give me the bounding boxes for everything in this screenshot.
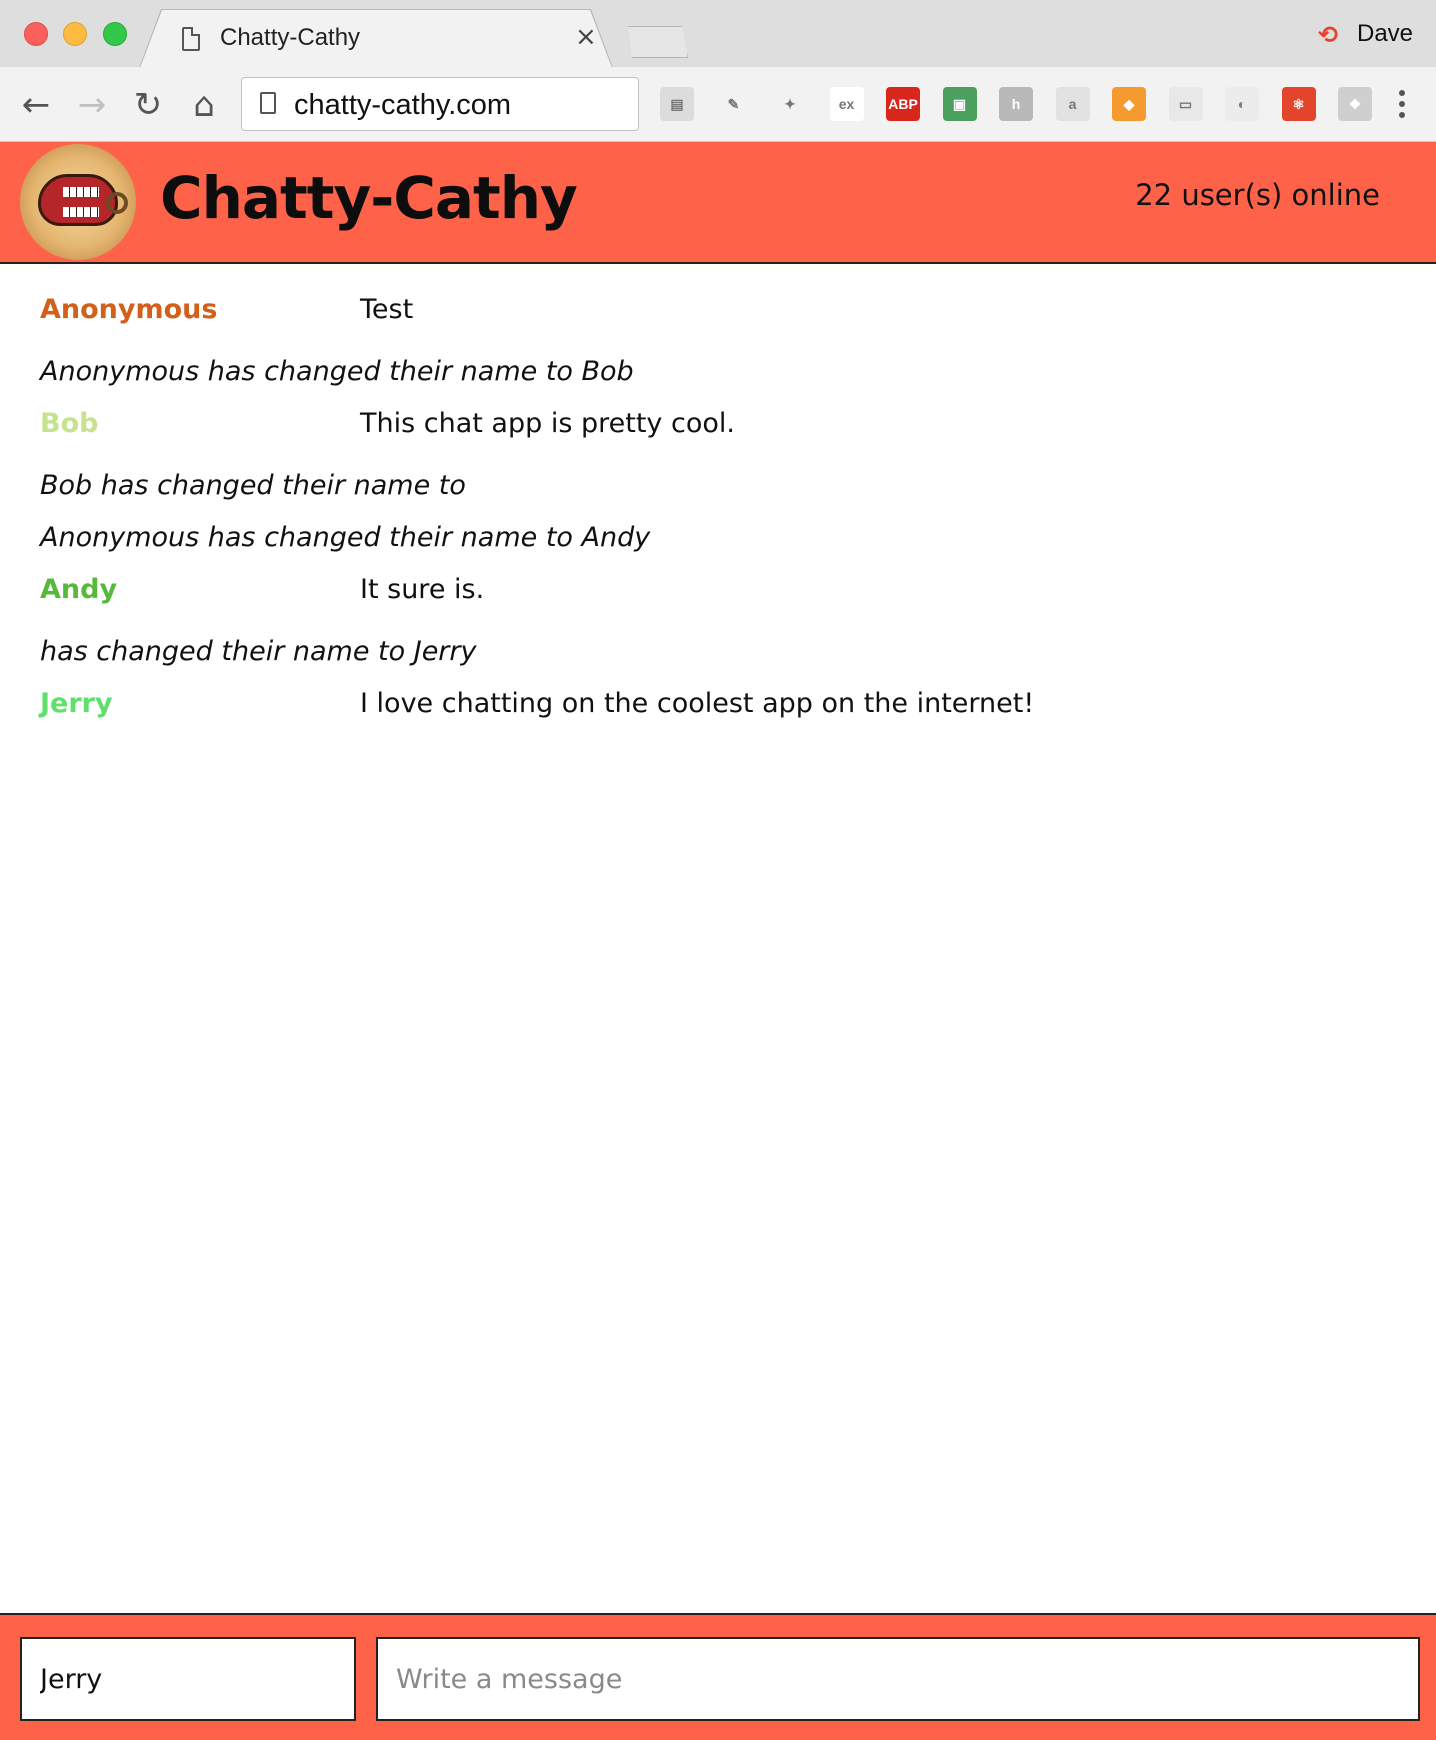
back-arrow-icon[interactable]: ← bbox=[16, 85, 56, 125]
message-list: Anonymous Test Anonymous has changed their… bbox=[0, 264, 1436, 750]
notice-text: Bob has changed their name to bbox=[40, 470, 466, 501]
eyedropper-extension-icon[interactable]: ✎ bbox=[716, 87, 751, 121]
message-username: Jerry bbox=[40, 688, 113, 719]
close-window-button[interactable] bbox=[24, 22, 48, 46]
message-content: Test bbox=[360, 294, 414, 325]
sync-error-icon[interactable]: ⟲ bbox=[1318, 21, 1338, 49]
forward-arrow-icon[interactable]: → bbox=[72, 85, 112, 125]
message-content: I love chatting on the coolest app on th… bbox=[360, 688, 1035, 719]
browser-titlebar: Chatty-Cathy × ⟲ Dave bbox=[0, 0, 1436, 68]
dropbox-extension-icon[interactable]: ❖ bbox=[1338, 87, 1372, 121]
message-content: It sure is. bbox=[360, 574, 485, 605]
system-notice: has changed their name to Jerry bbox=[0, 636, 1436, 688]
url-text[interactable]: chatty-cathy.com bbox=[294, 89, 511, 122]
system-notice: Anonymous has changed their name to Bob bbox=[0, 356, 1436, 408]
h-extension-icon[interactable]: h bbox=[999, 87, 1033, 121]
ex-extension-icon[interactable]: ex bbox=[829, 87, 864, 121]
tab-close-icon[interactable]: × bbox=[575, 22, 597, 52]
notice-text: Anonymous has changed their name to Andy bbox=[40, 522, 651, 553]
username-input[interactable] bbox=[20, 1637, 356, 1721]
composer-bar bbox=[0, 1613, 1436, 1740]
tab-chatty-cathy[interactable] bbox=[140, 10, 612, 68]
metamask-extension-icon[interactable]: ◆ bbox=[1112, 87, 1146, 121]
logo-windup-key bbox=[106, 192, 128, 214]
adblock-extension-icon[interactable]: ABP bbox=[886, 87, 920, 121]
chat-message: Andy It sure is. bbox=[0, 574, 1436, 636]
tab-title: Chatty-Cathy bbox=[220, 24, 361, 51]
message-input[interactable] bbox=[376, 1637, 1420, 1721]
chat-message: Anonymous Test bbox=[0, 294, 1436, 356]
app-title: Chatty-Cathy bbox=[160, 164, 578, 232]
address-bar[interactable]: chatty-cathy.com bbox=[241, 77, 639, 131]
browser-toolbar: ← → ↻ ⌂ chatty-cathy.com ▤ ✎ ✦ ex ABP ▣ h a ◆ ▭ ◐ ⚛… bbox=[0, 67, 1436, 142]
card-extension-icon[interactable]: ▭ bbox=[1168, 87, 1203, 121]
document-icon bbox=[182, 27, 200, 51]
message-username: Anonymous bbox=[40, 294, 218, 325]
system-notice: Bob has changed their name to bbox=[0, 470, 1436, 522]
spinner-extension-icon[interactable]: ◐ bbox=[1225, 87, 1259, 121]
chat-extension-icon[interactable]: a bbox=[1055, 87, 1090, 121]
chatty-teeth-logo bbox=[20, 144, 136, 260]
message-username: Andy bbox=[40, 574, 118, 605]
minimize-window-button[interactable] bbox=[63, 22, 87, 46]
zoom-window-button[interactable] bbox=[103, 22, 127, 46]
new-tab-button[interactable] bbox=[628, 26, 688, 58]
home-icon[interactable]: ⌂ bbox=[184, 85, 224, 125]
reload-icon[interactable]: ↻ bbox=[128, 85, 168, 125]
notice-text: Anonymous has changed their name to Bob bbox=[40, 356, 634, 387]
reader-extension-icon[interactable]: ▤ bbox=[660, 87, 694, 121]
page-info-icon[interactable] bbox=[260, 92, 276, 114]
chat-message: Bob This chat app is pretty cool. bbox=[0, 408, 1436, 470]
system-notice: Anonymous has changed their name to Andy bbox=[0, 522, 1436, 574]
browser-menu-icon[interactable] bbox=[1392, 85, 1412, 125]
react-extension-icon[interactable]: ⚛ bbox=[1281, 87, 1316, 121]
message-username: Bob bbox=[40, 408, 99, 439]
message-content: This chat app is pretty cool. bbox=[360, 408, 735, 439]
chat-message: Jerry I love chatting on the coolest app … bbox=[0, 688, 1436, 750]
monitor-extension-icon[interactable]: ▣ bbox=[942, 87, 977, 121]
users-online-count: 22 user(s) online bbox=[1135, 178, 1380, 212]
notice-text: has changed their name to Jerry bbox=[40, 636, 477, 667]
bird-extension-icon[interactable]: ✦ bbox=[773, 87, 807, 121]
app-header: Chatty-Cathy 22 user(s) online bbox=[0, 142, 1436, 264]
profile-name[interactable]: Dave bbox=[1357, 20, 1413, 48]
